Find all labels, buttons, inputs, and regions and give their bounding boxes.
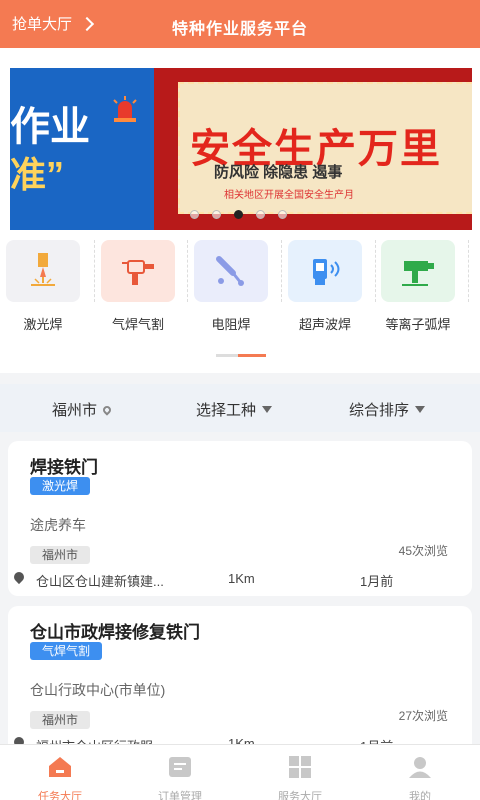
category-icon-box xyxy=(6,240,80,302)
category-gas-torch[interactable]: 气焊气割 xyxy=(95,240,181,333)
category-laser-weld[interactable]: 激光焊 xyxy=(0,240,86,333)
category-icon-box xyxy=(288,240,362,302)
banner-left-line1: 作业 xyxy=(10,105,90,149)
siren-icon xyxy=(113,96,137,122)
job-company: 途虎养车 xyxy=(30,517,86,533)
home-icon xyxy=(49,757,71,777)
job-city-badge: 福州市 xyxy=(30,711,91,729)
grid-icon xyxy=(289,756,311,778)
banner-slide-right: 安全生产万里 防风险 除隐患 遏事 相关地区开展全国安全生产月 xyxy=(154,68,472,230)
category-label: 激光焊 xyxy=(23,317,63,332)
banner-sub-text: 防风险 除隐患 遏事 xyxy=(214,164,343,181)
plasma-arc-icon xyxy=(402,261,434,286)
category-plasma-arc[interactable]: 等离子弧焊 xyxy=(375,240,461,333)
banner-left-line2: 准” xyxy=(10,154,65,195)
category-label: 气焊气割 xyxy=(111,317,164,332)
category-icon-box xyxy=(101,240,175,302)
carousel-dot-active[interactable] xyxy=(234,210,243,219)
tab-label: 任务大厅 xyxy=(38,791,82,800)
city-filter[interactable]: 福州市 xyxy=(52,399,113,420)
order-icon xyxy=(169,757,191,777)
job-title: 仓山市政焊接修复铁门 xyxy=(30,623,200,642)
category-partial[interactable] xyxy=(472,240,480,302)
job-city-badge: 福州市 xyxy=(30,546,91,564)
category-row: 激光焊 气焊气割 电阻焊 超声波焊 等离子弧焊 xyxy=(0,240,480,332)
category-scroll-indicator xyxy=(216,354,266,357)
type-filter[interactable]: 选择工种 xyxy=(196,399,273,420)
carousel-dot[interactable] xyxy=(256,210,265,219)
page-title: 特种作业服务平台 xyxy=(171,21,308,38)
carousel-dot[interactable] xyxy=(212,210,221,219)
category-label: 超声波焊 xyxy=(298,317,351,332)
filter-bar: 福州市 选择工种 综合排序 xyxy=(0,384,480,432)
app-header: 抢单大厅 特种作业服务平台 xyxy=(0,0,480,48)
tab-task-hall[interactable]: 任务大厅 xyxy=(0,745,120,800)
carousel-dots xyxy=(190,210,287,219)
carousel-dot[interactable] xyxy=(190,210,199,219)
job-card[interactable]: 焊接铁门 激光焊 途虎养车 福州市 45次浏览 仓山区仓山建新镇建... 1Km… xyxy=(8,441,472,596)
location-pin-icon xyxy=(101,403,113,416)
category-icon-box xyxy=(194,240,268,302)
gas-torch-icon xyxy=(122,260,154,285)
carousel-dot[interactable] xyxy=(278,210,287,219)
job-distance: 1Km xyxy=(228,571,255,586)
tab-label: 服务大厅 xyxy=(278,791,322,800)
profile-icon xyxy=(409,757,431,778)
ultrasonic-weld-icon xyxy=(313,259,340,285)
resistance-weld-icon xyxy=(216,256,244,286)
sort-filter[interactable]: 综合排序 xyxy=(349,399,426,420)
job-title: 焊接铁门 xyxy=(30,458,98,477)
tab-order-management[interactable]: 订单管理 xyxy=(120,745,240,800)
type-filter-label: 选择工种 xyxy=(196,402,257,419)
category-resistance-weld[interactable]: 电阻焊 xyxy=(188,240,274,333)
category-ultrasonic-weld[interactable]: 超声波焊 xyxy=(282,240,368,333)
laser-weld-icon xyxy=(31,253,55,286)
tab-service-hall[interactable]: 服务大厅 xyxy=(240,745,360,800)
job-tag: 气焊气割 xyxy=(30,642,103,660)
tab-label: 订单管理 xyxy=(158,791,202,800)
job-views: 27次浏览 xyxy=(398,709,448,723)
category-icon-box xyxy=(381,240,455,302)
job-tag: 激光焊 xyxy=(30,477,91,495)
job-views: 45次浏览 xyxy=(398,544,448,558)
city-filter-label: 福州市 xyxy=(52,402,98,419)
bottom-tab-bar: 任务大厅 订单管理 服务大厅 我的 xyxy=(0,744,480,800)
banner-small-text: 相关地区开展全国安全生产月 xyxy=(224,190,354,201)
job-address: 仓山区仓山建新镇建... xyxy=(36,574,164,589)
sort-filter-label: 综合排序 xyxy=(349,402,410,419)
caret-down-icon xyxy=(415,406,426,413)
category-label: 电阻焊 xyxy=(211,317,251,332)
job-time: 1月前 xyxy=(360,574,394,589)
tab-mine[interactable]: 我的 xyxy=(360,745,480,800)
job-card[interactable]: 仓山市政焊接修复铁门 气焊气割 仓山行政中心(市单位) 福州市 27次浏览 福州… xyxy=(8,606,472,766)
caret-down-icon xyxy=(262,406,273,413)
tab-label: 我的 xyxy=(409,791,431,800)
location-pin-icon xyxy=(11,569,27,585)
job-company: 仓山行政中心(市单位) xyxy=(30,682,166,698)
banner-slide-left: 作业 准” xyxy=(10,68,154,230)
category-label: 等离子弧焊 xyxy=(385,317,451,332)
banner-carousel[interactable]: 作业 准” 安全生产万里 防风险 除隐患 遏事 相关地区开展全国安全生产月 xyxy=(10,68,472,230)
